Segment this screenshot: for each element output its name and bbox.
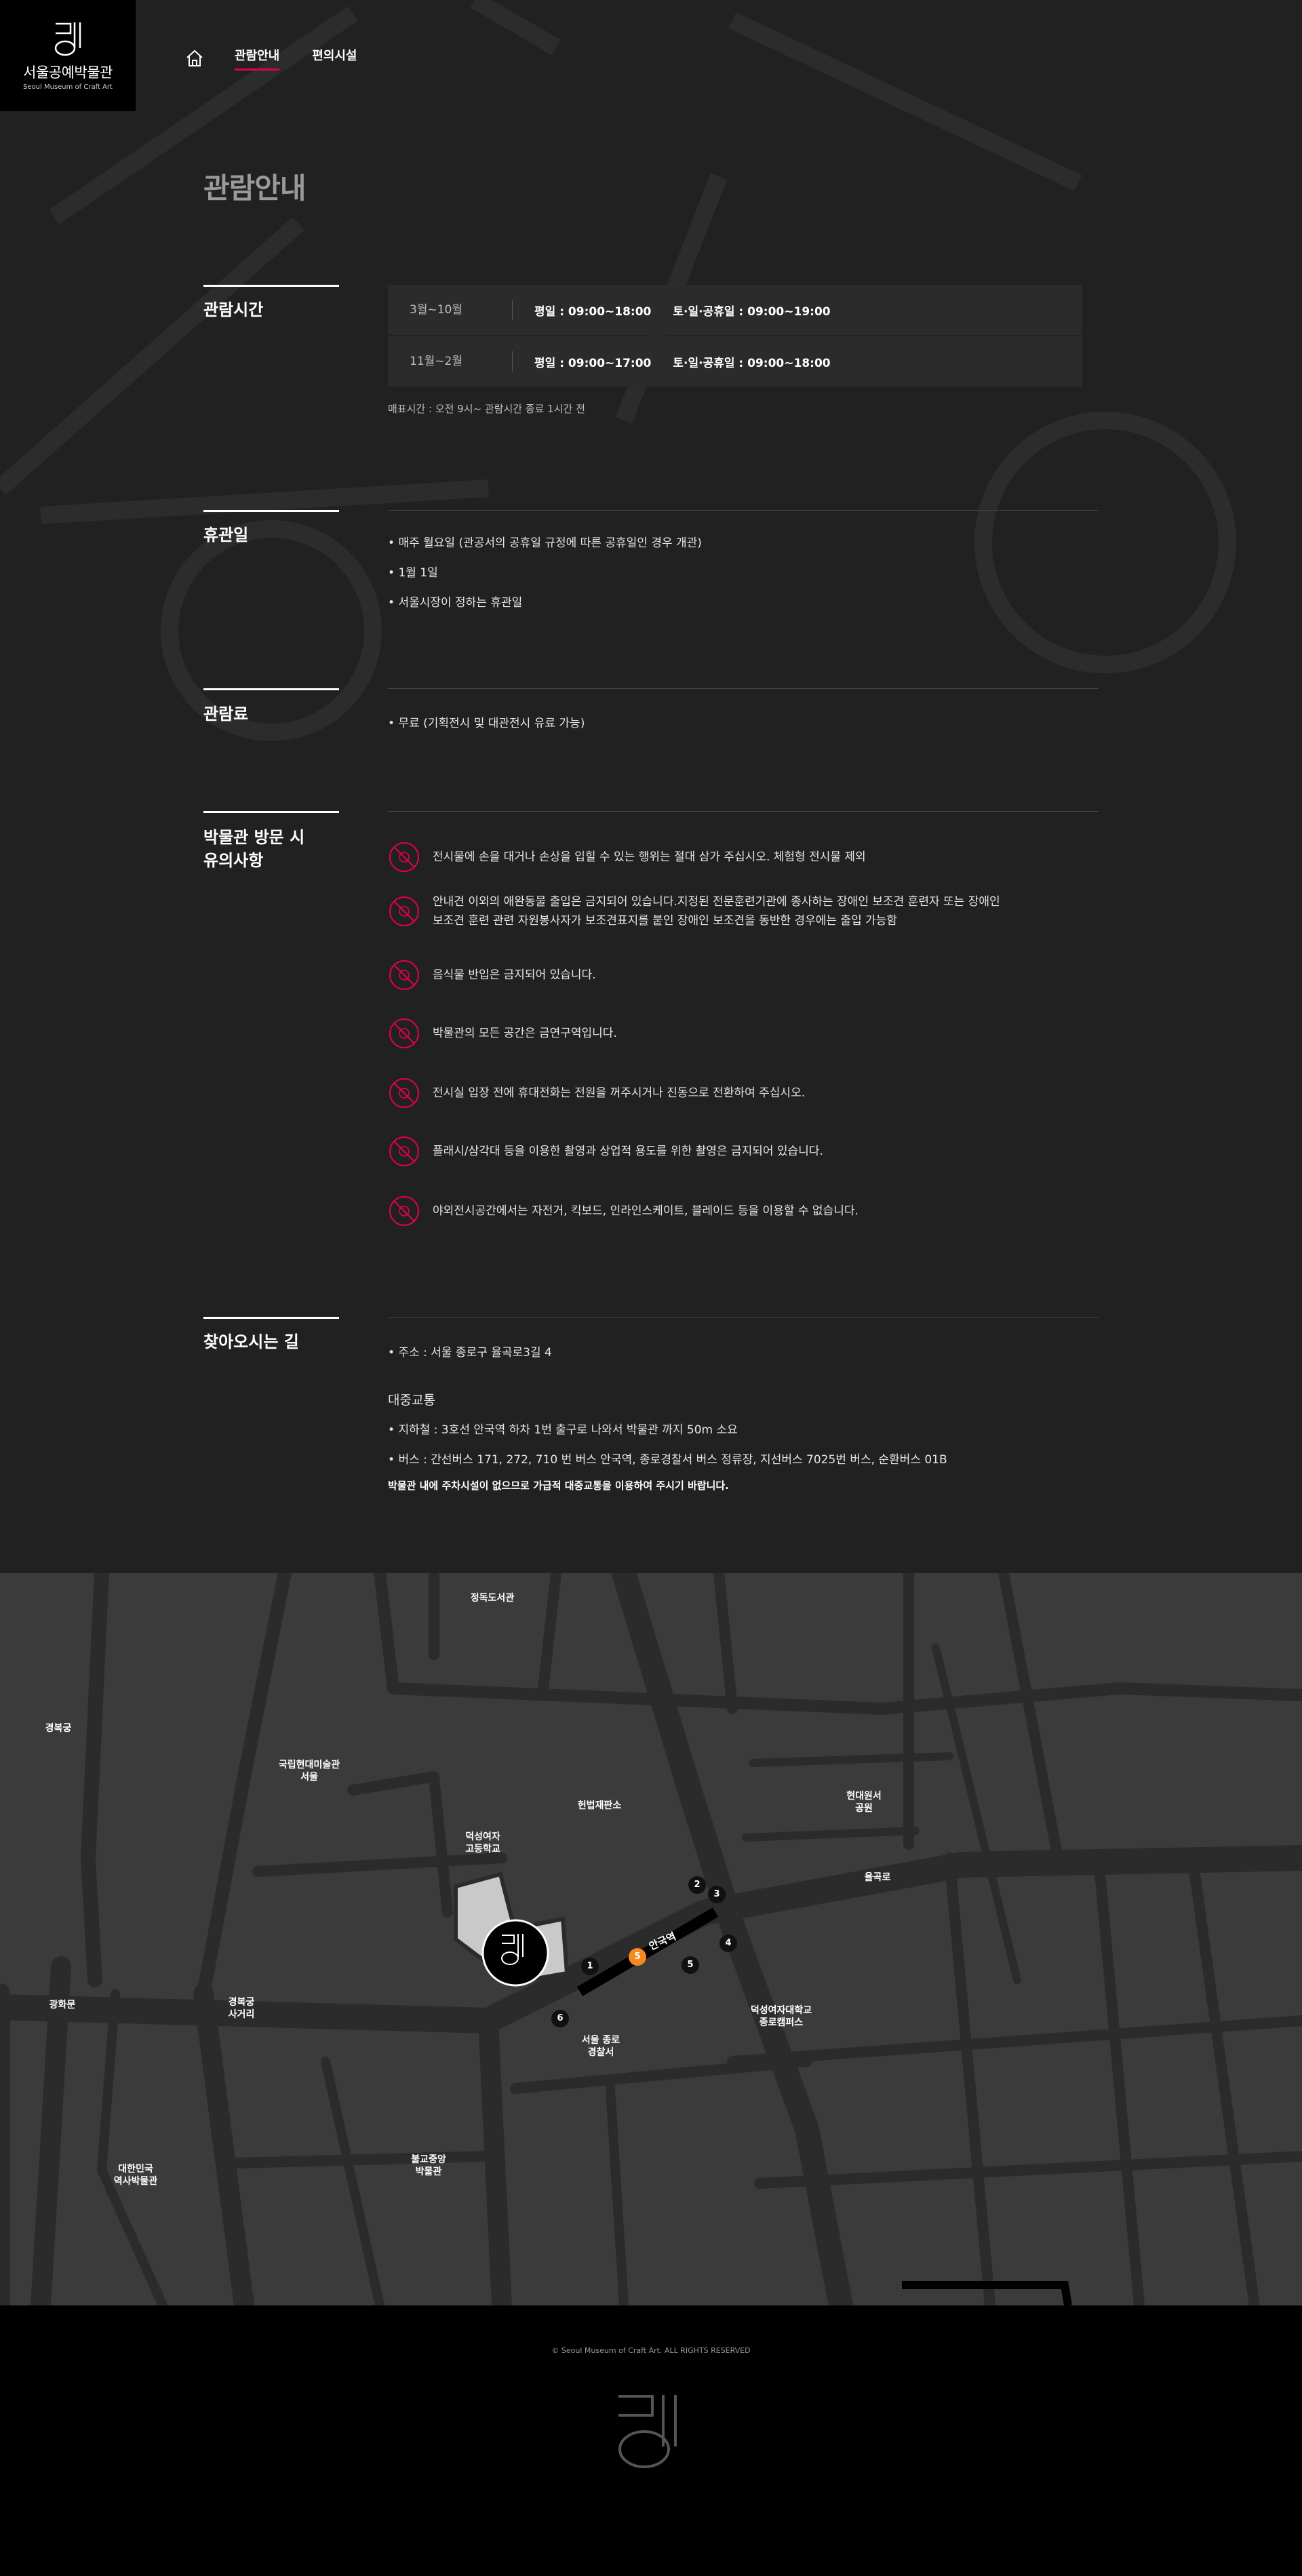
section-title-notices: 박물관 방문 시 유의사항 <box>203 826 304 872</box>
hours-weekend: 토·일·공휴일 : 09:00~18:00 <box>673 356 831 370</box>
exit-marker: 2 <box>688 1876 706 1894</box>
logo-mark-icon <box>54 22 81 56</box>
nav-item-facilities[interactable]: 편의시설 <box>312 46 357 71</box>
exit-marker: 5 <box>682 1956 699 1974</box>
section-title-closed: 휴관일 <box>203 526 249 544</box>
logo-english-name: Seoul Museum of Craft Art <box>23 83 113 91</box>
exit-marker: 1 <box>581 1958 599 1975</box>
map-label: 헌법재판소 <box>577 1800 622 1811</box>
map-label: 율곡로 <box>864 1872 891 1883</box>
nav-item-visitor-guide[interactable]: 관람안내 <box>235 46 280 71</box>
section-divider <box>203 811 339 813</box>
notice-line: 안내견 이외의 애완동물 출입은 금지되어 있습니다.지정된 전문훈련기관에 종… <box>433 895 1000 909</box>
list-item: 무료 (기획전시 및 대관전시 유료 가능) <box>388 713 585 730</box>
background-decoration <box>0 0 1236 741</box>
page-title: 관람안내 <box>203 172 307 205</box>
prohibited-icon <box>389 960 419 990</box>
section-divider <box>203 285 339 287</box>
notice-item: 전시물에 손을 대거나 손상을 입힐 수 있는 행위는 절대 삼가 주십시오. … <box>388 841 866 873</box>
notice-line: 전시실 입장 전에 휴대전화는 전원을 꺼주시거나 진동으로 전환하여 주십시오… <box>433 1086 806 1100</box>
map-label: 국립현대미술관 서울 <box>278 1760 340 1783</box>
copyright: © Seoul Museum of Craft Art. ALL RIGHTS … <box>551 2346 751 2355</box>
notice-text: 야외전시공간에서는 자전거, 킥보드, 인라인스케이트, 블레이드 등을 이용할… <box>433 1202 859 1221</box>
notice-item: 안내견 이외의 애완동물 출입은 금지되어 있습니다.지정된 전문훈련기관에 종… <box>388 892 1000 930</box>
transit-heading: 대중교통 <box>388 1393 435 1408</box>
table-row: 3월~10월 평일 : 09:00~18:00 토·일·공휴일 : 09:00~… <box>388 285 1082 335</box>
hours-weekday: 평일 : 09:00~18:00 <box>534 304 652 319</box>
notice-text: 박물관의 모든 공간은 금연구역입니다. <box>433 1024 617 1043</box>
logo-korean-name: 서울공예박물관 <box>23 64 113 81</box>
map-label: 덕성여자대학교 종로캠퍼스 <box>750 2005 812 2028</box>
map-label: 덕성여자 고등학교 <box>465 1831 500 1855</box>
table-row: 11월~2월 평일 : 09:00~17:00 토·일·공휴일 : 09:00~… <box>388 336 1082 387</box>
prohibited-icon <box>389 896 419 926</box>
prohibited-icon <box>389 1136 419 1166</box>
hours-weekday: 평일 : 09:00~17:00 <box>534 356 652 370</box>
map-label: 서울 종로 경찰서 <box>581 2035 620 2058</box>
prohibited-icon <box>389 1018 419 1048</box>
footer-logo-mark-icon <box>618 2395 677 2468</box>
museum-logo[interactable]: 서울공예박물관 Seoul Museum of Craft Art <box>0 0 136 111</box>
notice-item: 플래시/삼각대 등을 이용한 촬영과 상업적 용도를 위한 촬영은 금지되어 있… <box>388 1135 823 1168</box>
notice-line: 야외전시공간에서는 자전거, 킥보드, 인라인스케이트, 블레이드 등을 이용할… <box>433 1204 859 1218</box>
section-divider <box>203 1317 339 1319</box>
map-label: 현대원서 공원 <box>846 1791 882 1814</box>
notice-line: 전시물에 손을 대거나 손상을 입힐 수 있는 행위는 절대 삼가 주십시오. … <box>433 850 866 864</box>
hours-season: 3월~10월 <box>388 300 513 320</box>
section-title-fee: 관람료 <box>203 705 249 724</box>
notice-text: 안내견 이외의 애완동물 출입은 금지되어 있습니다.지정된 전문훈련기관에 종… <box>433 892 1000 930</box>
hours-table: 3월~10월 평일 : 09:00~18:00 토·일·공휴일 : 09:00~… <box>388 285 1082 388</box>
bus-info: 버스 : 간선버스 171, 272, 710 번 버스 안국역, 종로경찰서 … <box>388 1450 947 1467</box>
section-title-hours: 관람시간 <box>203 300 264 319</box>
subway-info: 지하철 : 3호선 안국역 하차 1번 출구로 나와서 박물관 까지 50m 소… <box>388 1420 737 1437</box>
section-rule <box>388 688 1099 689</box>
home-icon[interactable] <box>184 48 205 68</box>
section-title-directions: 찾아오시는 길 <box>203 1332 299 1351</box>
section-rule <box>388 510 1099 511</box>
list-item: 매주 월요일 (관공서의 공휴일 규정에 따른 공휴일인 경우 개관) <box>388 533 702 550</box>
notice-line: 플래시/삼각대 등을 이용한 촬영과 상업적 용도를 위한 촬영은 금지되어 있… <box>433 1145 823 1158</box>
exit-marker-highlight: 5 <box>629 1948 646 1966</box>
map-label: 불교중앙 박물관 <box>411 2154 446 2177</box>
exit-marker: 4 <box>719 1935 737 1952</box>
section-divider <box>203 510 339 512</box>
notice-item: 음식물 반입은 금지되어 있습니다. <box>388 959 596 991</box>
list-item: 서울시장이 정하는 휴관일 <box>388 593 522 610</box>
notice-text: 플래시/삼각대 등을 이용한 촬영과 상업적 용도를 위한 촬영은 금지되어 있… <box>433 1142 823 1161</box>
section-rule <box>388 811 1099 812</box>
notice-item: 야외전시공간에서는 자전거, 킥보드, 인라인스케이트, 블레이드 등을 이용할… <box>388 1195 859 1227</box>
section-divider <box>203 688 339 690</box>
notice-line: 음식물 반입은 금지되어 있습니다. <box>433 968 596 982</box>
notice-line: 보조견 훈련 관련 자원봉사자가 보조견표지를 붙인 장애인 보조견을 동반한 … <box>433 914 898 928</box>
map-label: 정독도서관 <box>470 1593 515 1604</box>
hours-weekend: 토·일·공휴일 : 09:00~19:00 <box>673 304 831 319</box>
notice-item: 전시실 입장 전에 휴대전화는 전원을 꺼주시거나 진동으로 전환하여 주십시오… <box>388 1077 805 1109</box>
notice-text: 전시물에 손을 대거나 손상을 입힐 수 있는 행위는 절대 삼가 주십시오. … <box>433 848 866 867</box>
map-label: 광화문 <box>49 2000 76 2010</box>
hours-season: 11월~2월 <box>388 351 513 372</box>
prohibited-icon <box>389 842 419 872</box>
ticketing-hours-note: 매표시간 : 오전 9시~ 관람시간 종료 1시간 전 <box>388 403 585 415</box>
map-label: 경복궁 <box>45 1723 72 1734</box>
prohibited-icon <box>389 1078 419 1108</box>
footer: © Seoul Museum of Craft Art. ALL RIGHTS … <box>0 2305 1302 2576</box>
section-title-line: 박물관 방문 시 <box>203 828 305 847</box>
prohibited-icon <box>389 1196 419 1226</box>
notice-text: 전시실 입장 전에 휴대전화는 전원을 꺼주시거나 진동으로 전환하여 주십시오… <box>433 1084 805 1103</box>
parking-note: 박물관 내에 주차시설이 없으므로 가급적 대중교통을 이용하여 주시기 바랍니… <box>388 1480 729 1492</box>
section-title-line: 유의사항 <box>203 851 264 870</box>
list-item: 1월 1일 <box>388 563 437 580</box>
address: 주소 : 서울 종로구 율곡로3길 4 <box>388 1343 551 1360</box>
notice-text: 음식물 반입은 금지되어 있습니다. <box>433 966 596 985</box>
exit-marker: 6 <box>551 2010 569 2027</box>
notice-item: 박물관의 모든 공간은 금연구역입니다. <box>388 1017 617 1050</box>
exit-marker: 3 <box>708 1886 726 1903</box>
map-label: 대한민국 역사박물관 <box>113 2164 158 2187</box>
main-nav: 관람안내 편의시설 <box>184 46 390 71</box>
notice-line: 박물관의 모든 공간은 금연구역입니다. <box>433 1027 617 1040</box>
map-label: 경복궁 사거리 <box>228 1997 255 2020</box>
